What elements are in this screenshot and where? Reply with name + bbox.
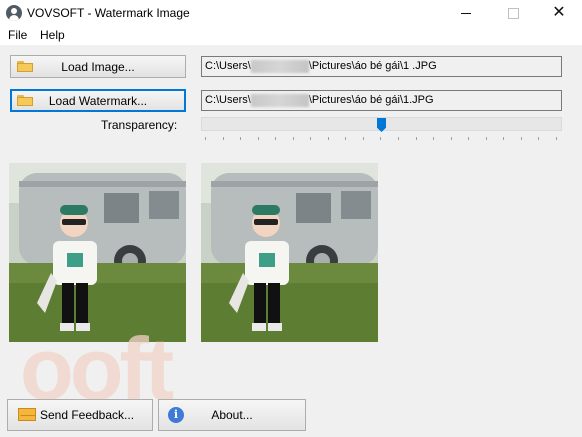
load-image-label: Load Image... xyxy=(61,59,135,74)
maximize-icon xyxy=(508,8,519,19)
minimize-icon xyxy=(461,13,471,14)
watermark-path-field[interactable]: C:\Users\ \Pictures\áo bé gái\1.JPG xyxy=(201,90,562,111)
about-label: About... xyxy=(211,408,253,422)
menu-file[interactable]: File xyxy=(8,28,27,42)
load-image-button[interactable]: Load Image... xyxy=(10,55,186,78)
send-feedback-label: Send Feedback... xyxy=(39,408,135,422)
folder-icon xyxy=(17,95,33,106)
close-icon: ✕ xyxy=(552,4,566,21)
slider-ticks xyxy=(205,137,557,140)
folder-icon xyxy=(17,61,33,72)
info-icon: i xyxy=(168,407,184,423)
window-title: VOVSOFT - Watermark Image xyxy=(27,6,190,20)
maximize-button[interactable] xyxy=(490,0,536,26)
menu-bar: File Help xyxy=(0,26,582,45)
close-button[interactable]: ✕ xyxy=(536,0,582,26)
image-path-field[interactable]: C:\Users\ \Pictures\áo bé gái\1 .JPG xyxy=(201,56,562,77)
app-user-icon xyxy=(6,5,22,21)
send-feedback-button[interactable]: Send Feedback... xyxy=(7,399,153,431)
title-bar: VOVSOFT - Watermark Image ✕ xyxy=(0,0,582,27)
transparency-label: Transparency: xyxy=(101,118,178,132)
menu-help[interactable]: Help xyxy=(40,28,65,42)
redacted-username xyxy=(250,59,309,73)
redacted-username xyxy=(250,93,309,107)
load-watermark-label: Load Watermark... xyxy=(48,93,148,108)
envelope-icon xyxy=(18,408,36,421)
minimize-button[interactable] xyxy=(444,0,490,26)
about-button[interactable]: i About... xyxy=(158,399,306,431)
original-image-preview xyxy=(9,163,186,342)
watermarked-image-preview xyxy=(201,163,378,342)
load-watermark-button[interactable]: Load Watermark... xyxy=(10,89,186,112)
client-area: Load Image... C:\Users\ \Pictures\áo bé g… xyxy=(0,45,582,437)
